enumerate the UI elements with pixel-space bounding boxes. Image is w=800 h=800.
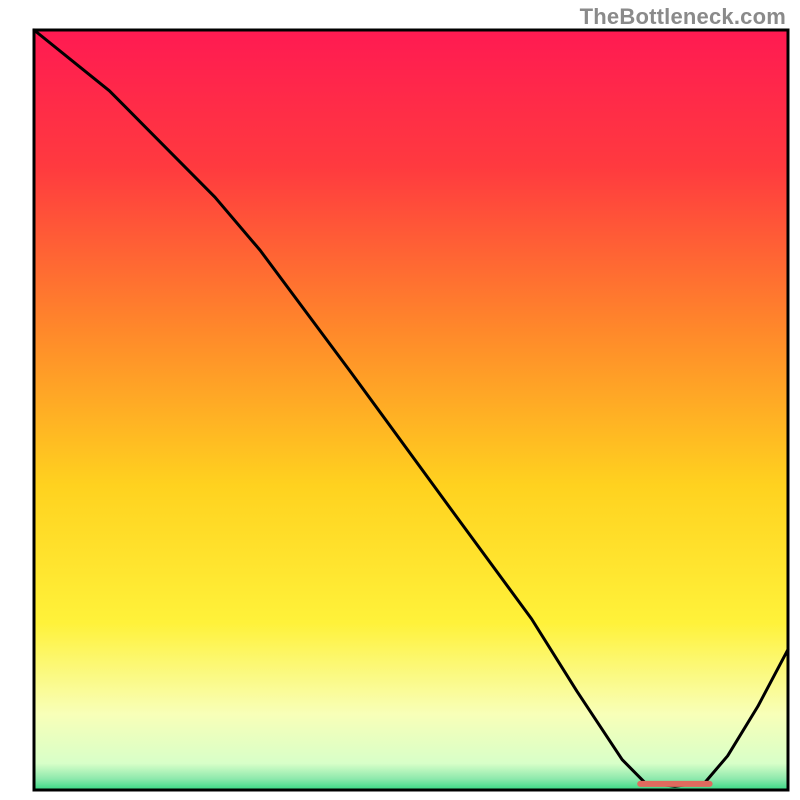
chart-container: TheBottleneck.com	[0, 0, 800, 800]
bottleneck-chart	[0, 0, 800, 800]
